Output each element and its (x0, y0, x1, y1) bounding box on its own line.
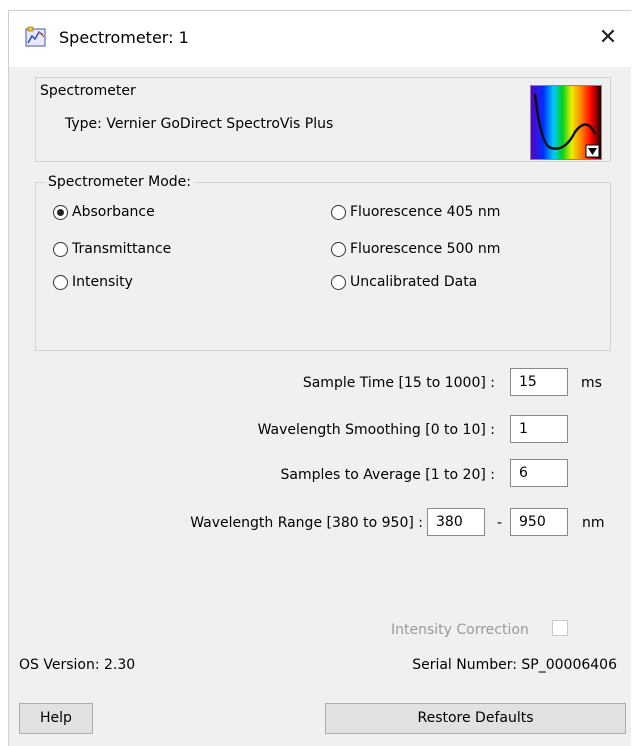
intensity-correction-checkbox[interactable] (552, 620, 568, 636)
spectrometer-app-icon (25, 26, 47, 48)
mode-group-legend: Spectrometer Mode: (45, 174, 195, 190)
radio-icon (331, 241, 346, 257)
radio-transmittance[interactable]: Transmittance (53, 241, 171, 257)
radio-selected-icon (53, 204, 68, 220)
spectrometer-info-panel: Spectrometer Type: Vernier GoDirect Spec… (35, 77, 611, 162)
help-button[interactable]: Help (19, 703, 93, 734)
sample-time-unit: ms (581, 375, 602, 391)
window-title: Spectrometer: 1 (59, 28, 189, 47)
radio-label: Fluorescence 405 nm (350, 204, 501, 220)
os-version: OS Version: 2.30 (19, 657, 136, 673)
radio-absorbance[interactable]: Absorbance (53, 204, 155, 220)
intensity-correction-label: Intensity Correction (391, 622, 529, 638)
radio-intensity[interactable]: Intensity (53, 274, 133, 290)
spectrometer-dialog: Spectrometer: 1 ✕ Spectrometer Type: Ver… (8, 10, 631, 746)
spectrometer-type: Type: Vernier GoDirect SpectroVis Plus (65, 116, 334, 132)
wavelength-max-input[interactable] (510, 508, 568, 536)
radio-label: Transmittance (72, 241, 172, 257)
spectrum-graph-icon[interactable] (530, 85, 602, 160)
radio-fluorescence-500[interactable]: Fluorescence 500 nm (331, 241, 500, 257)
radio-icon (53, 241, 68, 257)
close-icon[interactable]: ✕ (593, 23, 623, 53)
radio-uncalibrated-data[interactable]: Uncalibrated Data (331, 274, 477, 290)
radio-label: Fluorescence 500 nm (350, 241, 501, 257)
radio-label: Absorbance (72, 204, 155, 220)
range-separator: - (497, 515, 503, 531)
smoothing-input[interactable] (510, 415, 568, 443)
radio-label: Intensity (72, 274, 133, 290)
restore-defaults-button[interactable]: Restore Defaults (325, 703, 626, 734)
radio-icon (331, 204, 346, 220)
sample-time-input[interactable] (510, 368, 568, 396)
title-bar: Spectrometer: 1 ✕ (9, 11, 631, 67)
radio-label: Uncalibrated Data (350, 274, 478, 290)
radio-icon (53, 274, 68, 290)
radio-icon (331, 274, 346, 290)
samples-average-input[interactable] (510, 459, 568, 487)
spectrometer-heading: Spectrometer (40, 83, 136, 99)
smoothing-label: Wavelength Smoothing [0 to 10] : (257, 422, 495, 438)
sample-time-label: Sample Time [15 to 1000] : (302, 375, 495, 391)
samples-average-label: Samples to Average [1 to 20] : (280, 467, 495, 483)
wavelength-range-label: Wavelength Range [380 to 950] : (190, 515, 423, 531)
wavelength-min-input[interactable] (427, 508, 485, 536)
wavelength-unit: nm (582, 515, 605, 531)
radio-fluorescence-405[interactable]: Fluorescence 405 nm (331, 204, 500, 220)
serial-number: Serial Number: SP_00006406 (412, 657, 617, 673)
